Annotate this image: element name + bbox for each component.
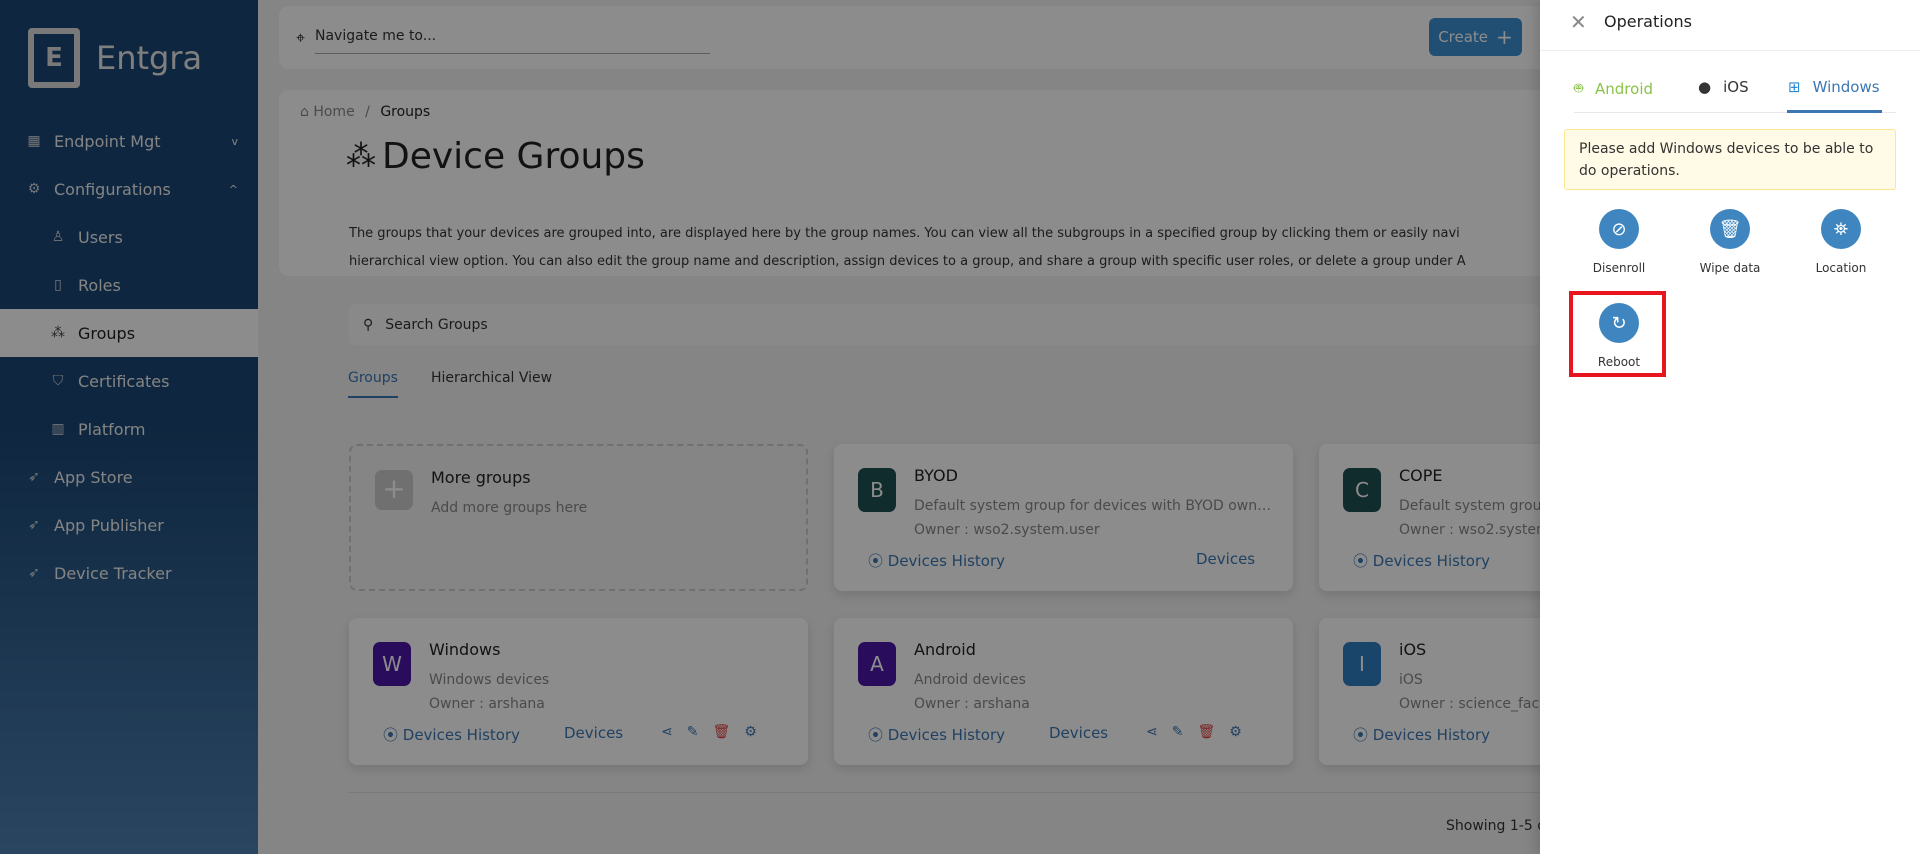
windows-icon: ⊞ [1788,78,1801,96]
op-label: Location [1815,261,1867,275]
tab-label: Android [1595,79,1654,98]
map-icon: ⛯ [1821,209,1861,249]
op-label: Wipe data [1699,261,1761,275]
close-icon[interactable]: ✕ [1570,10,1587,34]
divider [1540,50,1920,51]
tab-label: iOS [1723,78,1749,96]
operations-drawer: ✕ Operations 🤖︎ Android ● iOS ⊞ Windows Ple… [1540,0,1920,854]
trash-icon: 🗑︎ [1710,209,1750,249]
tab-windows[interactable]: ⊞ Windows [1788,78,1880,96]
disenroll-button[interactable]: ⊘ Disenroll [1569,209,1669,275]
drawer-title: Operations [1604,12,1692,31]
reboot-icon: ↻ [1599,303,1639,343]
android-icon: 🤖︎ [1574,79,1584,97]
tab-android[interactable]: 🤖︎ Android [1574,78,1653,99]
tab-ios[interactable]: ● iOS [1698,78,1749,96]
modal-overlay[interactable] [0,0,1540,854]
ban-icon: ⊘ [1599,209,1639,249]
apple-icon: ● [1698,78,1712,96]
reboot-button[interactable]: ↻ Reboot [1569,303,1669,369]
op-label: Reboot [1597,355,1641,369]
active-tab-indicator [1787,110,1882,113]
wipe-data-button[interactable]: 🗑︎ Wipe data [1680,209,1780,275]
warning-alert: Please add Windows devices to be able to… [1564,129,1896,190]
location-button[interactable]: ⛯ Location [1791,209,1891,275]
op-label: Disenroll [1592,261,1646,275]
tab-label: Windows [1812,78,1880,96]
